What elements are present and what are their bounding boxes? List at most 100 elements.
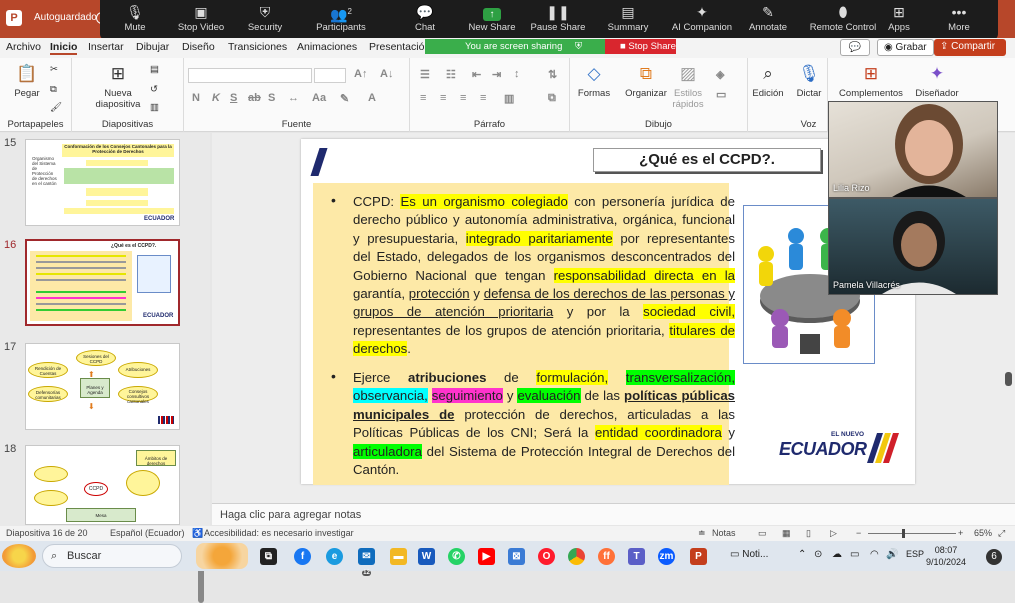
share-button[interactable]: ⇪ Compartir ⌄: [934, 39, 1006, 67]
volume-icon[interactable]: 🔊: [886, 549, 898, 560]
numbering-icon[interactable]: ☷: [446, 68, 456, 81]
more-button[interactable]: ••• More: [937, 0, 981, 40]
slide-title[interactable]: ¿Qué es el CCPD?.: [593, 148, 821, 172]
accessibility-status[interactable]: Accesibilidad: es necesario investigar: [204, 528, 354, 538]
font-color-icon[interactable]: A: [368, 92, 376, 104]
notification-window-button[interactable]: ▭ Noti...: [730, 549, 768, 560]
store-icon[interactable]: ⊠: [508, 548, 525, 565]
slide-thumbnail-18[interactable]: Ámbitos de derechos CCPD Mesa: [25, 445, 180, 525]
wifi-icon[interactable]: ◠: [870, 549, 879, 560]
tray-app-icon[interactable]: ⊙: [814, 549, 822, 560]
grow-font-icon[interactable]: A↑: [354, 68, 367, 80]
tab-dibujar[interactable]: Dibujar: [136, 41, 169, 53]
layout-icon[interactable]: ▤: [150, 64, 159, 75]
chat-button[interactable]: 💬 Chat: [390, 0, 460, 40]
tab-transiciones[interactable]: Transiciones: [228, 41, 287, 53]
shrink-font-icon[interactable]: A↓: [380, 68, 393, 80]
highlight-icon[interactable]: ✎: [340, 92, 349, 105]
onedrive-icon[interactable]: ☁: [832, 549, 842, 560]
shape-outline-icon[interactable]: ▭: [716, 88, 726, 101]
chrome-icon[interactable]: [568, 548, 585, 565]
record-button[interactable]: ◉ Grabar: [877, 39, 934, 56]
taskbar-clock[interactable]: 08:07 9/10/2024: [926, 544, 966, 568]
tab-inicio[interactable]: Inicio: [50, 41, 78, 55]
text-direction-icon[interactable]: ⇅: [548, 68, 557, 81]
tab-animaciones[interactable]: Animaciones: [297, 41, 357, 53]
fit-slide-icon[interactable]: ⤢: [998, 528, 1005, 539]
slide-content-box[interactable]: • CCPD: Es un organismo colegiado con pe…: [313, 183, 736, 485]
tab-archivo[interactable]: Archivo: [6, 41, 41, 53]
bold-button[interactable]: N: [192, 92, 200, 104]
align-center-icon[interactable]: ≡: [440, 92, 446, 104]
smartart-icon[interactable]: ⧉: [548, 92, 556, 105]
section-icon[interactable]: ▥: [150, 102, 159, 113]
firefox-icon[interactable]: ff: [598, 548, 615, 565]
quick-styles-button[interactable]: ▨ Estilos rápidos: [668, 62, 708, 110]
annotate-button[interactable]: ✎ Annotate: [733, 0, 803, 40]
edge-icon[interactable]: e: [326, 548, 343, 565]
addins-button[interactable]: ⊞ Complementos: [836, 62, 906, 99]
slide-thumbnail-17[interactable]: Sesiones del CCPD Atribuciones Rendición…: [25, 343, 180, 430]
remote-control-button[interactable]: ⬮ Remote Control: [803, 0, 883, 40]
strikethrough-button[interactable]: ab: [248, 92, 261, 104]
columns-icon[interactable]: ▥: [504, 92, 514, 105]
notification-count-badge[interactable]: 6: [986, 549, 1002, 565]
facebook-icon[interactable]: f: [294, 548, 311, 565]
shadow-button[interactable]: S: [268, 92, 275, 104]
notes-pane[interactable]: Haga clic para agregar notas: [212, 503, 1015, 525]
editor-scrollbar[interactable]: [1005, 372, 1012, 386]
zoom-percentage[interactable]: 65%: [974, 528, 992, 538]
edit-button[interactable]: ⌕ Edición: [750, 62, 786, 99]
language-status[interactable]: Español (Ecuador): [110, 528, 185, 538]
slide-canvas[interactable]: ¿Qué es el CCPD?. • CCPD: Es un organism…: [301, 139, 915, 485]
comments-button[interactable]: 💬: [840, 39, 870, 56]
whatsapp-icon[interactable]: ✆: [448, 548, 465, 565]
italic-button[interactable]: K: [212, 92, 220, 104]
copy-icon[interactable]: ⧉: [50, 84, 57, 95]
taskbar-search[interactable]: ⌕ Buscar: [42, 544, 182, 568]
zoom-in-icon[interactable]: +: [958, 528, 963, 538]
new-slide-button[interactable]: ⊞ Nueva diapositiva: [90, 62, 146, 110]
teams-icon[interactable]: T: [628, 548, 645, 565]
task-view-icon[interactable]: ⧉: [260, 548, 277, 565]
battery-icon[interactable]: ▭: [850, 549, 859, 560]
dictate-button[interactable]: 🎙 Dictar: [792, 62, 826, 99]
shapes-button[interactable]: ◇ Formas: [576, 62, 612, 99]
summary-button[interactable]: ▤ Summary: [593, 0, 663, 40]
font-size-dropdown[interactable]: [314, 68, 346, 83]
font-name-dropdown[interactable]: [188, 68, 312, 83]
zoom-slider-thumb[interactable]: [902, 529, 905, 538]
tab-diseno[interactable]: Diseño: [182, 41, 215, 53]
participant-video-2[interactable]: Pamela Villacrés: [828, 198, 998, 295]
mail-icon[interactable]: ✉12: [358, 548, 375, 576]
arrange-button[interactable]: ⧉ Organizar: [624, 62, 668, 99]
cut-icon[interactable]: ✂: [50, 64, 58, 75]
change-case-icon[interactable]: Aa: [312, 92, 326, 104]
ai-companion-button[interactable]: ✦ AI Companion: [665, 0, 739, 40]
notes-toggle[interactable]: Notas: [712, 528, 736, 538]
zoom-slider[interactable]: [868, 533, 956, 534]
tray-chevron-icon[interactable]: ⌃: [798, 549, 806, 560]
line-spacing-icon[interactable]: ↕: [514, 68, 520, 80]
normal-view-icon[interactable]: ▭: [758, 528, 767, 539]
tab-insertar[interactable]: Insertar: [88, 41, 124, 53]
designer-button[interactable]: ✦ Diseñador: [912, 62, 962, 99]
participant-video-1[interactable]: Lilia Rizo: [828, 101, 998, 198]
sorter-view-icon[interactable]: ▦: [782, 528, 791, 539]
pause-share-button[interactable]: ❚❚ Pause Share: [523, 0, 593, 40]
slide-thumbnail-15[interactable]: Conformación de los Consejos Cantonales …: [25, 139, 180, 226]
reading-view-icon[interactable]: ▯: [806, 528, 811, 539]
apps-button[interactable]: ⊞ Apps: [879, 0, 919, 40]
stop-share-button[interactable]: ■ Stop Share: [605, 39, 676, 54]
youtube-icon[interactable]: ▶: [478, 548, 495, 565]
tab-presentacion[interactable]: Presentación: [369, 41, 430, 53]
opera-icon[interactable]: O: [538, 548, 555, 565]
powerpoint-icon[interactable]: P: [690, 548, 707, 565]
new-share-button[interactable]: ↑ New Share: [457, 0, 527, 40]
zoom-out-icon[interactable]: −: [856, 528, 861, 538]
paste-button[interactable]: 📋 Pegar: [12, 62, 42, 99]
underline-button[interactable]: S: [230, 92, 237, 104]
justify-icon[interactable]: ≡: [480, 92, 486, 104]
char-spacing-icon[interactable]: ↔: [288, 92, 299, 104]
align-right-icon[interactable]: ≡: [460, 92, 466, 104]
